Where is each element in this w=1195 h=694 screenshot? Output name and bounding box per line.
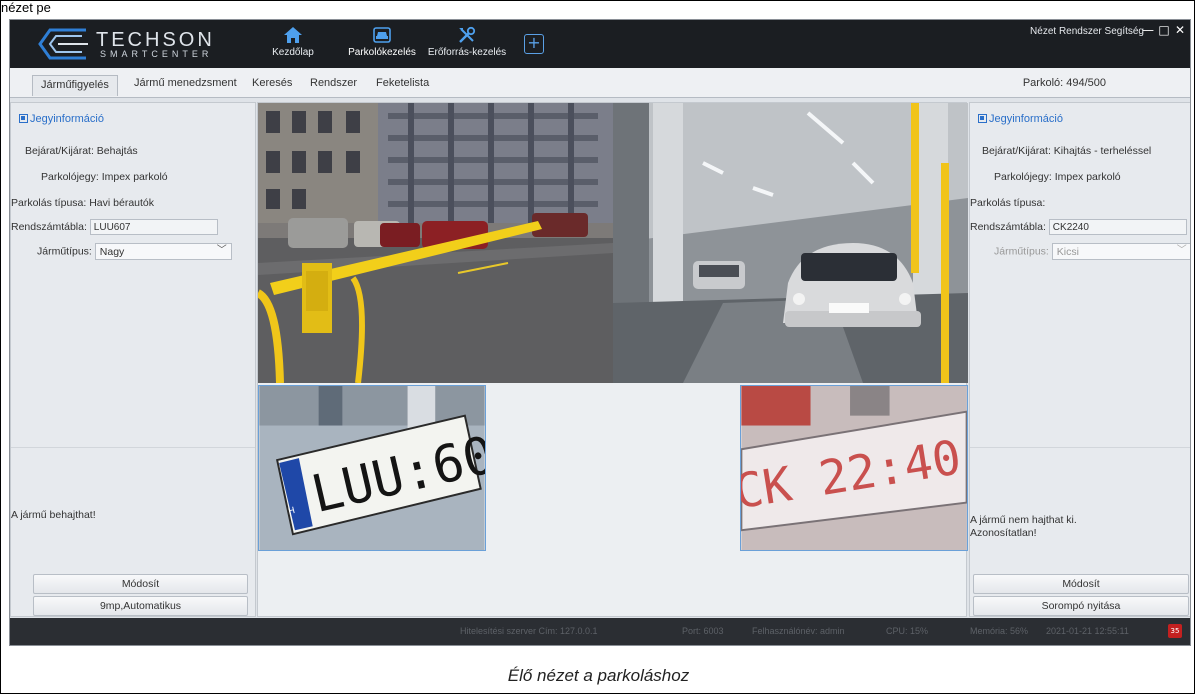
app-window: TECHSON SMARTCENTER Kezdőlap Parkolókeze… — [9, 19, 1191, 646]
right-vehicle-label: Járműtípus: — [994, 245, 1049, 258]
left-status-message: A jármű behajthat! — [11, 509, 96, 521]
entry-plate-crop: H LUU:607 — [258, 385, 486, 551]
left-type-row: Parkolás típusa: Havi bérautók — [11, 197, 154, 209]
home-icon — [284, 27, 302, 43]
status-user: Felhasználónév: admin — [752, 626, 845, 636]
left-vehicle-value: Nagy — [99, 246, 125, 258]
left-type-value: Havi bérautók — [89, 197, 155, 209]
title-bar: TECHSON SMARTCENTER Kezdőlap Parkolókeze… — [10, 20, 1190, 68]
figure-caption: Élő nézet a parkoláshoz — [507, 666, 690, 685]
left-vehicle-row: Járműtípus: Nagy ﹀ — [37, 243, 232, 260]
techson-logo-mark — [38, 28, 88, 60]
nav-parking-button[interactable]: Parkolókezelés — [346, 22, 418, 66]
parking-count: Parkoló: 494/500 — [1022, 77, 1106, 89]
tab-system[interactable]: Rendszer — [310, 77, 357, 89]
nav-home-label: Kezdőlap — [272, 47, 314, 58]
right-plate-field[interactable]: CK2240 — [1048, 219, 1187, 235]
document-page: nézet pe TECHSON SMARTCENTER Kezdőlap Pa… — [0, 0, 1195, 694]
tab-search[interactable]: Keresés — [252, 77, 292, 89]
exit-camera-feed[interactable] — [613, 103, 968, 383]
tab-blacklist[interactable]: Feketelista — [376, 77, 429, 89]
right-status-line2: Azonosítatlan! — [970, 527, 1037, 539]
right-ticket-value: Impex parkoló — [1054, 171, 1121, 183]
right-status-line1: A jármű nem hajthat ki. — [970, 514, 1077, 526]
minimize-button[interactable]: — — [1142, 23, 1154, 37]
left-vehicle-label: Járműtípus: — [37, 245, 92, 258]
status-cpu: CPU: 15% — [886, 626, 929, 636]
right-vehicle-value: Kicsi — [1056, 246, 1079, 258]
maximize-button[interactable]: □ — [1158, 23, 1170, 37]
add-tab-button[interactable]: + — [524, 34, 544, 54]
nav-home-button[interactable]: Kezdőlap — [268, 22, 318, 66]
left-ticket-title: Jegyinformáció — [19, 113, 104, 125]
right-ticket-label: Parkolójegy: — [994, 171, 1052, 183]
right-ticket-title: Jegyinformáció — [978, 113, 1063, 125]
right-divider — [970, 447, 1190, 448]
left-direction-value: Behajtás — [96, 145, 138, 157]
techson-logo: TECHSON SMARTCENTER — [36, 26, 236, 62]
tab-vehicle-monitoring[interactable]: Járműfigyelés — [32, 75, 118, 96]
left-plate-field[interactable]: LUU607 — [89, 219, 218, 235]
right-type-label: Parkolás típusa: — [970, 197, 1046, 209]
left-type-label: Parkolás típusa: — [11, 197, 87, 209]
status-memory: Memória: 56% — [970, 626, 1029, 636]
right-vehicle-row: Járműtípus: Kicsi ﹀ — [994, 243, 1190, 260]
status-datetime: 2021-01-21 12:55:11 — [1046, 626, 1129, 636]
right-ticket-row: Parkolójegy: Impex parkoló — [994, 171, 1121, 183]
nav-resources-label: Erőforrás-kezelés — [427, 47, 507, 58]
close-button[interactable]: ✕ — [1174, 23, 1186, 37]
right-plate-row: Rendszámtábla: CK2240 — [970, 219, 1187, 235]
left-vehicle-select[interactable]: Nagy ﹀ — [94, 243, 232, 260]
left-ticket-panel: Jegyinformáció Bejárat/Kijárat: Behajtás… — [10, 102, 256, 617]
left-ticket-label: Parkolójegy: — [41, 171, 99, 183]
left-direction-row: Bejárat/Kijárat: Behajtás — [25, 145, 138, 157]
notification-badge[interactable]: 35 — [1168, 624, 1182, 638]
nav-resources-button[interactable]: Erőforrás-kezelés — [426, 22, 508, 66]
left-ticket-row: Parkolójegy: Impex parkoló — [41, 171, 168, 183]
right-ticket-panel: Jegyinformáció Bejárat/Kijárat: Kihajtás… — [969, 102, 1190, 617]
status-server: Hitelesítési szerver Cím: 127.0.0.1 — [460, 626, 598, 636]
right-modify-button[interactable]: Módosít — [973, 574, 1189, 594]
right-status-message: A jármű nem hajthat ki. Azonosítatlan! — [970, 514, 1077, 540]
car-icon — [373, 27, 391, 43]
nav-parking-label: Parkolókezelés — [348, 47, 416, 58]
right-type-row: Parkolás típusa: — [970, 197, 1045, 209]
exit-plate-crop: CK 22:40 — [740, 385, 968, 551]
right-plate-label: Rendszámtábla: — [970, 220, 1046, 233]
brand-subtitle: SMARTCENTER — [100, 49, 213, 59]
right-vehicle-select[interactable]: Kicsi ﹀ — [1051, 243, 1190, 260]
left-ticket-title-text: Jegyinformáció — [30, 113, 104, 125]
status-bar: Hitelesítési szerver Cím: 127.0.0.1 Port… — [10, 618, 1190, 645]
left-divider — [11, 447, 255, 448]
camera-view-area: H LUU:607 CK 22:40 — [257, 102, 968, 617]
right-direction-row: Bejárat/Kijárat: Kihajtás - terheléssel — [982, 145, 1151, 157]
left-plate-label: Rendszámtábla: — [11, 220, 87, 233]
left-auto-button[interactable]: 9mp,Automatikus — [33, 596, 248, 616]
right-direction-value: Kihajtás - terheléssel — [1053, 145, 1152, 157]
entry-camera-feed[interactable] — [258, 103, 613, 383]
info-square-icon — [19, 114, 28, 123]
right-ticket-title-text: Jegyinformáció — [989, 113, 1063, 125]
tabs-bar: Járműfigyelés Jármű menedzsment Keresés … — [10, 68, 1190, 98]
left-plate-row: Rendszámtábla: LUU607 — [11, 219, 218, 235]
info-square-icon — [978, 114, 987, 123]
right-direction-label: Bejárat/Kijárat: — [982, 145, 1051, 157]
tools-icon — [459, 26, 476, 43]
tab-vehicle-management[interactable]: Jármű menedzsment — [134, 77, 237, 89]
open-barrier-button[interactable]: Sorompó nyitása — [973, 596, 1189, 616]
menu-bar[interactable]: Nézet Rendszer Segítség — [1030, 26, 1144, 37]
left-direction-label: Bejárat/Kijárat: — [25, 145, 94, 157]
cut-off-heading: nézet pe — [1, 1, 51, 15]
chevron-down-icon: ﹀ — [1176, 245, 1187, 256]
status-port: Port: 6003 — [682, 626, 724, 636]
chevron-down-icon: ﹀ — [216, 245, 227, 256]
left-modify-button[interactable]: Módosít — [33, 574, 248, 594]
left-ticket-value: Impex parkoló — [101, 171, 168, 183]
